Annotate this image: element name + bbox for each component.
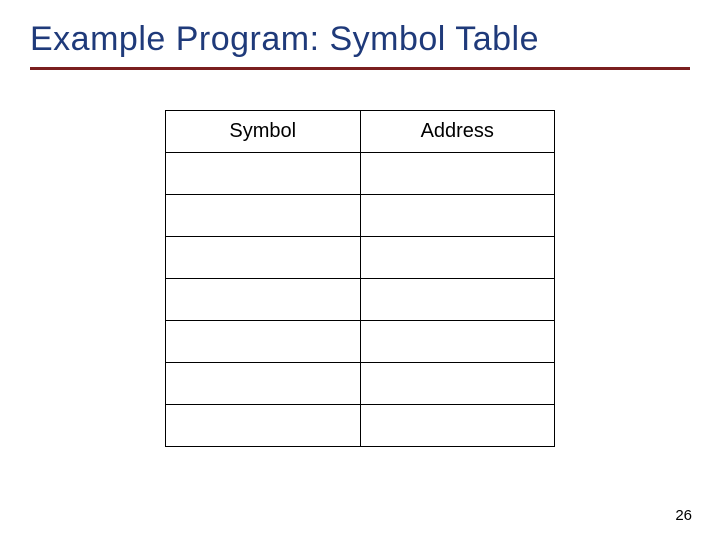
cell-symbol bbox=[166, 405, 361, 447]
page-number: 26 bbox=[675, 507, 692, 524]
cell-symbol bbox=[166, 153, 361, 195]
header-address: Address bbox=[360, 111, 555, 153]
page-title: Example Program: Symbol Table bbox=[30, 20, 690, 59]
cell-symbol bbox=[166, 195, 361, 237]
header-symbol: Symbol bbox=[166, 111, 361, 153]
table-row bbox=[166, 153, 555, 195]
table-wrapper: Symbol Address bbox=[30, 110, 690, 447]
cell-symbol bbox=[166, 321, 361, 363]
table-row bbox=[166, 405, 555, 447]
table-row bbox=[166, 279, 555, 321]
cell-address bbox=[360, 195, 555, 237]
slide: Example Program: Symbol Table Symbol Add… bbox=[0, 0, 720, 540]
cell-symbol bbox=[166, 237, 361, 279]
table-row bbox=[166, 195, 555, 237]
cell-address bbox=[360, 363, 555, 405]
cell-symbol bbox=[166, 363, 361, 405]
table-row bbox=[166, 321, 555, 363]
symbol-table: Symbol Address bbox=[165, 110, 555, 447]
table-header-row: Symbol Address bbox=[166, 111, 555, 153]
cell-address bbox=[360, 153, 555, 195]
table-row bbox=[166, 363, 555, 405]
cell-address bbox=[360, 237, 555, 279]
cell-address bbox=[360, 321, 555, 363]
cell-address bbox=[360, 279, 555, 321]
cell-address bbox=[360, 405, 555, 447]
title-underline bbox=[30, 67, 690, 70]
table-row bbox=[166, 237, 555, 279]
cell-symbol bbox=[166, 279, 361, 321]
